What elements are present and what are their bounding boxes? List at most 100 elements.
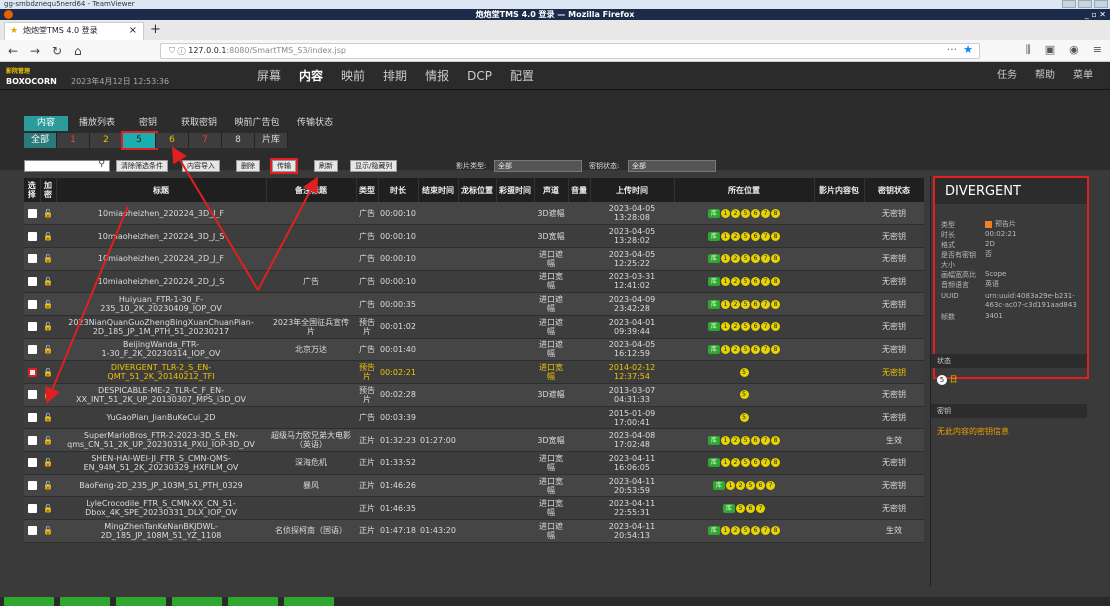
table-row[interactable]: 🔓 10miaoheizhen_220224_3D_J_S 广告 00:00:10 3D… — [24, 224, 924, 248]
menu-more[interactable]: 菜单 — [1064, 62, 1102, 90]
type-filter-select[interactable]: 全部 — [494, 160, 582, 172]
column-header[interactable]: 音量 — [568, 178, 591, 202]
select-cell[interactable] — [24, 474, 40, 498]
column-header[interactable]: 影片内容包 — [814, 178, 865, 202]
column-header[interactable]: 备注标题 — [266, 178, 357, 202]
table-row[interactable]: 🔓 10miaoheizhen_220224_2D_J_F 广告 00:00:10 进口… — [24, 247, 924, 271]
tab-transfer-status[interactable]: 传输状态 — [286, 116, 344, 131]
column-header[interactable]: 彩蛋时间 — [496, 178, 535, 202]
select-cell[interactable] — [24, 292, 40, 316]
tab-keys[interactable]: 密钥 — [126, 116, 170, 131]
row-checkbox[interactable] — [27, 390, 37, 400]
row-checkbox[interactable] — [27, 503, 37, 513]
bookmark-star-icon[interactable]: ··· ★ — [947, 43, 973, 57]
screen-tab-6[interactable]: 6 — [156, 133, 189, 148]
window-controls[interactable]: _ ▫ ✕ — [1085, 9, 1106, 20]
home-button[interactable]: ⌂ — [74, 43, 82, 59]
row-checkbox[interactable] — [27, 344, 37, 354]
menu-preshow[interactable]: 映前 — [332, 62, 374, 90]
select-cell[interactable] — [24, 519, 40, 543]
library-icon[interactable]: ⫼ — [1026, 43, 1031, 57]
menu-help[interactable]: 帮助 — [1026, 62, 1064, 90]
column-header[interactable]: 时长 — [378, 178, 419, 202]
menu-config[interactable]: 配置 — [501, 62, 543, 90]
row-checkbox[interactable] — [27, 435, 37, 445]
table-row[interactable]: 🔓 DESPICABLE-ME-2_TLR-C_F_EN- XX_INT_51_2… — [24, 383, 924, 407]
select-cell[interactable] — [24, 360, 40, 384]
tab-close-icon[interactable]: × — [129, 23, 137, 39]
select-cell[interactable] — [24, 406, 40, 430]
row-checkbox[interactable] — [27, 231, 37, 241]
screen-tab-7[interactable]: 7 — [189, 133, 222, 148]
screen-tab-1[interactable]: 1 — [57, 133, 90, 148]
column-header[interactable]: 龙标位置 — [458, 178, 497, 202]
column-header[interactable]: 密钥状态 — [864, 178, 924, 202]
row-checkbox[interactable] — [27, 254, 37, 264]
tab-get-keys[interactable]: 获取密钥 — [170, 116, 228, 131]
menu-content[interactable]: 内容 — [290, 62, 332, 90]
screen-tab-8[interactable]: 8 — [222, 133, 255, 148]
select-cell[interactable] — [24, 315, 40, 339]
table-row[interactable]: 🔓 SHEN-HAI-WEI-JI_FTR_S_CMN-QMS- EN_94M_5… — [24, 451, 924, 475]
tv-minimize-button[interactable] — [1062, 0, 1076, 8]
column-header[interactable]: 结束时间 — [418, 178, 459, 202]
row-checkbox[interactable] — [27, 481, 37, 491]
table-row[interactable]: 🔓 10miaoheizhen_220224_3D_J_F 广告 00:00:10 3D… — [24, 202, 924, 226]
row-checkbox[interactable] — [27, 526, 37, 536]
table-row[interactable]: 🔓 BaoFeng-2D_235_JP_103M_51_PTH_0329 暴风 正片 0… — [24, 474, 924, 498]
row-checkbox[interactable] — [27, 322, 37, 332]
row-checkbox[interactable] — [27, 208, 37, 218]
toggle-columns-button[interactable]: 显示/隐藏列 — [350, 160, 398, 172]
key-filter-select[interactable]: 全部 — [628, 160, 716, 172]
row-checkbox[interactable] — [27, 458, 37, 468]
back-button[interactable]: ← — [8, 43, 18, 59]
menu-dcp[interactable]: DCP — [458, 62, 501, 90]
table-row[interactable]: 🔓 YuGaoPian_JianBuKeCui_2D 广告 00:03:39 2015-… — [24, 406, 924, 430]
screen-tab-all[interactable]: 全部 — [24, 133, 57, 148]
menu-info[interactable]: 情报 — [416, 62, 458, 90]
tab-content[interactable]: 内容 — [24, 116, 68, 131]
table-row[interactable]: 🔓 10miaoheizhen_220224_2D_J_S 广告 广告 00:00:10… — [24, 270, 924, 294]
url-bar[interactable]: ⛉ ⓘ 127.0.0.1:8080/SmartTMS_S3/index.jsp… — [160, 43, 980, 59]
column-header[interactable]: 选择 — [24, 178, 41, 202]
column-header[interactable]: 上传时间 — [590, 178, 675, 202]
hamburger-menu-icon[interactable]: ≡ — [1093, 43, 1102, 57]
screen-tab-2[interactable]: 2 — [90, 133, 123, 148]
menu-screen[interactable]: 屏幕 — [248, 62, 290, 90]
delete-button[interactable]: 删除 — [236, 160, 260, 172]
row-checkbox[interactable] — [27, 367, 37, 377]
screen-tab-library[interactable]: 片库 — [255, 133, 288, 148]
select-cell[interactable] — [24, 270, 40, 294]
search-input[interactable]: ⚲ — [24, 159, 110, 172]
reload-button[interactable]: ↻ — [52, 43, 62, 59]
table-row[interactable]: 🔓 LyleCrocodile_FTR_S_CMN-XX_CN_51- Dbox_… — [24, 496, 924, 521]
table-row[interactable]: 🔓 Huiyuan_FTR-1-30_F- 235_10_2K_20230409_… — [24, 292, 924, 316]
column-header[interactable]: 加密 — [40, 178, 57, 202]
table-row[interactable]: 🔓 DIVERGENT_TLR-2_S_EN- QMT_51_2K_2014021… — [24, 360, 924, 384]
select-cell[interactable] — [24, 451, 40, 475]
select-cell[interactable] — [24, 224, 40, 248]
column-header[interactable]: 所在位置 — [674, 178, 815, 202]
tab-preshow-ads[interactable]: 映前广告包 — [228, 116, 286, 131]
transfer-button[interactable]: 传输 — [270, 158, 298, 174]
screen-tab-5[interactable]: 5 — [121, 131, 158, 150]
menu-tasks[interactable]: 任务 — [988, 62, 1026, 90]
row-checkbox[interactable] — [27, 413, 37, 423]
select-cell[interactable] — [24, 202, 40, 226]
clear-filters-button[interactable]: 清除筛选条件 — [116, 160, 168, 172]
table-row[interactable]: 🔓 SuperMarioBros_FTR-2-2023-3D_S_EN- qms_… — [24, 428, 924, 453]
column-header[interactable]: 类型 — [356, 178, 379, 202]
table-row[interactable]: 🔓 2023NianQuanGuoZhengBingXuanChuanPian- … — [24, 315, 924, 339]
table-row[interactable]: 🔓 BeijingWanda_FTR- 1-30_F_2K_20230314_IO… — [24, 338, 924, 362]
sidebar-icon[interactable]: ▣ — [1045, 43, 1055, 57]
tv-maximize-button[interactable] — [1078, 0, 1092, 8]
account-icon[interactable]: ◉ — [1069, 43, 1079, 57]
table-row[interactable]: 🔓 MingZhenTanKeNanBKJDWL- 2D_185_JP_108M_… — [24, 519, 924, 543]
column-header[interactable]: 标题 — [56, 178, 267, 202]
column-header[interactable]: 声道 — [534, 178, 569, 202]
select-cell[interactable] — [24, 383, 40, 407]
import-button[interactable]: 内容导入 — [182, 160, 220, 172]
select-cell[interactable] — [24, 247, 40, 271]
forward-button[interactable]: → — [30, 43, 40, 59]
row-checkbox[interactable] — [27, 276, 37, 286]
